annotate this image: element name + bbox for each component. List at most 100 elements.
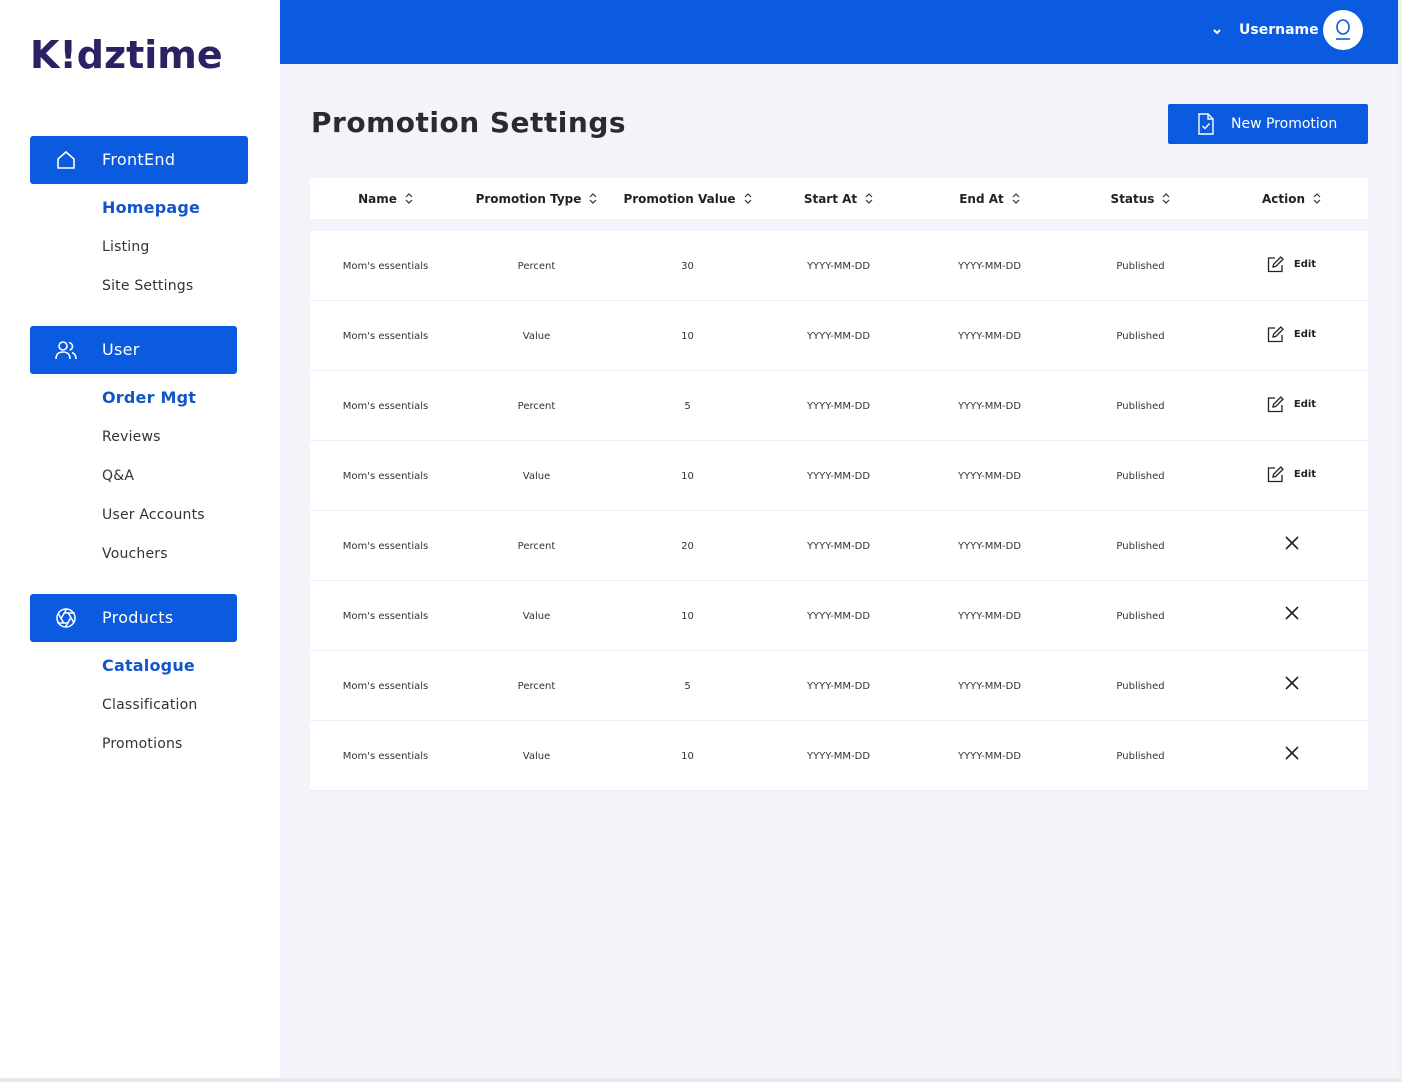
- nav-group-label: Products: [102, 608, 174, 627]
- close-icon[interactable]: [1284, 745, 1300, 761]
- edit-icon: [1267, 465, 1284, 482]
- column-header-label: Promotion Value: [623, 191, 736, 206]
- nav-group-frontend[interactable]: FrontEnd: [30, 136, 248, 184]
- home-icon: [57, 150, 75, 169]
- cell-end: YYYY-MM-DD: [957, 610, 1022, 622]
- table-row: Mom's essentials Percent 5 YYYY-MM-DD YYYY-M…: [310, 651, 1368, 721]
- close-icon[interactable]: [1284, 535, 1300, 551]
- cell-value: 5: [684, 400, 691, 412]
- cell-name: Mom's essentials: [342, 750, 429, 762]
- cell-start: YYYY-MM-DD: [806, 540, 871, 552]
- cell-type: Value: [522, 610, 551, 622]
- sort-icon: [589, 193, 597, 204]
- cell-action: [1216, 721, 1367, 791]
- sidebar-item-vouchers[interactable]: Vouchers: [102, 546, 168, 562]
- cell-status: Published: [1116, 470, 1165, 482]
- column-header-label: Start At: [803, 191, 858, 206]
- scroll-gutter: [1398, 0, 1402, 1082]
- cell-start: YYYY-MM-DD: [806, 260, 871, 272]
- cell-name: Mom's essentials: [342, 540, 429, 552]
- new-promotion-button[interactable]: New Promotion: [1168, 104, 1368, 144]
- kidztime-logo[interactable]: K!dztime: [30, 26, 250, 78]
- sidebar: K!dztime FrontEnd Homepage Listing Site …: [0, 0, 280, 1078]
- column-header-status[interactable]: Status: [1065, 178, 1216, 219]
- chevron-down-icon[interactable]: [1210, 24, 1224, 38]
- table-row: Mom's essentials Percent 20 YYYY-MM-DD YYYY-…: [310, 511, 1368, 581]
- column-header-action[interactable]: Action: [1216, 178, 1367, 219]
- table-row: Mom's essentials Value 10 YYYY-MM-DD YYYY-MM…: [310, 581, 1368, 651]
- table-row: Mom's essentials Percent 30 YYYY-MM-DD YYYY-…: [310, 231, 1368, 301]
- user-icon: [1336, 19, 1350, 40]
- cell-type: Value: [522, 470, 551, 482]
- cell-end: YYYY-MM-DD: [957, 680, 1022, 692]
- cell-value: 30: [681, 260, 694, 272]
- sort-icon: [1012, 193, 1020, 204]
- new-promotion-label: New Promotion: [1231, 116, 1338, 132]
- column-header-name[interactable]: Name: [310, 178, 461, 219]
- sort-icon: [405, 193, 413, 204]
- sort-icon: [865, 193, 873, 204]
- edit-icon: [1267, 255, 1284, 272]
- cell-value: 5: [684, 680, 691, 692]
- edit-button[interactable]: Edit: [1267, 395, 1317, 413]
- cell-value: 10: [681, 750, 694, 762]
- cell-end: YYYY-MM-DD: [957, 750, 1022, 762]
- sidebar-item-reviews[interactable]: Reviews: [102, 429, 161, 445]
- nav-group-user[interactable]: User: [30, 326, 237, 374]
- edit-icon: [1267, 395, 1284, 412]
- cell-start: YYYY-MM-DD: [806, 750, 871, 762]
- bottom-edge: [0, 1078, 1402, 1082]
- edit-label: Edit: [1293, 398, 1317, 410]
- column-header-start-at[interactable]: Start At: [763, 178, 914, 219]
- column-header-label: Promotion Type: [475, 191, 582, 206]
- cell-start: YYYY-MM-DD: [806, 400, 871, 412]
- sidebar-item-site-settings[interactable]: Site Settings: [102, 278, 193, 294]
- cell-status: Published: [1116, 750, 1165, 762]
- cell-action: Edit: [1216, 301, 1367, 371]
- document-check-icon: [1198, 113, 1214, 135]
- cell-end: YYYY-MM-DD: [957, 470, 1022, 482]
- nav-group-label: User: [102, 340, 140, 359]
- sidebar-item-homepage[interactable]: Homepage: [102, 198, 200, 217]
- sidebar-item-qa[interactable]: Q&A: [102, 468, 134, 484]
- close-icon[interactable]: [1284, 605, 1300, 621]
- table-header: Name Promotion Type Promotion Value Start A…: [310, 178, 1368, 219]
- column-header-promotion-type[interactable]: Promotion Type: [461, 178, 612, 219]
- column-header-end-at[interactable]: End At: [914, 178, 1065, 219]
- edit-button[interactable]: Edit: [1267, 325, 1316, 343]
- username-label[interactable]: Username: [1239, 22, 1319, 38]
- cell-status: Published: [1116, 260, 1165, 272]
- sidebar-item-user-accounts[interactable]: User Accounts: [102, 507, 205, 523]
- nav-group-products[interactable]: Products: [30, 594, 237, 642]
- cell-type: Percent: [517, 540, 556, 552]
- cell-start: YYYY-MM-DD: [806, 610, 871, 622]
- column-header-label: Name: [358, 191, 397, 206]
- cell-type: Value: [522, 750, 551, 762]
- cell-name: Mom's essentials: [342, 610, 429, 622]
- cell-action: [1216, 651, 1367, 721]
- sidebar-item-classification[interactable]: Classification: [102, 697, 197, 713]
- column-header-promotion-value[interactable]: Promotion Value: [612, 178, 763, 219]
- logo-text: K!dztime: [30, 33, 223, 77]
- cell-end: YYYY-MM-DD: [957, 400, 1022, 412]
- edit-label: Edit: [1293, 468, 1317, 480]
- edit-button[interactable]: Edit: [1267, 255, 1316, 273]
- edit-button[interactable]: Edit: [1267, 465, 1317, 483]
- sidebar-item-promotions[interactable]: Promotions: [102, 736, 183, 752]
- cell-name: Mom's essentials: [342, 470, 429, 482]
- sidebar-item-order-mgt[interactable]: Order Mgt: [102, 388, 196, 407]
- cell-type: Value: [522, 330, 551, 342]
- avatar[interactable]: [1323, 10, 1363, 50]
- cell-status: Published: [1116, 400, 1165, 412]
- cell-start: YYYY-MM-DD: [806, 680, 871, 692]
- sidebar-item-catalogue[interactable]: Catalogue: [102, 656, 195, 675]
- cell-type: Percent: [517, 680, 556, 692]
- cell-start: YYYY-MM-DD: [806, 470, 871, 482]
- column-header-label: End At: [959, 191, 1004, 206]
- cell-status: Published: [1116, 330, 1165, 342]
- table-body: Mom's essentials Percent 30 YYYY-MM-DD YYYY-…: [310, 231, 1368, 791]
- sidebar-item-listing[interactable]: Listing: [102, 239, 150, 255]
- cell-action: Edit: [1216, 371, 1367, 441]
- close-icon[interactable]: [1284, 675, 1300, 691]
- top-bar: Username: [280, 0, 1398, 64]
